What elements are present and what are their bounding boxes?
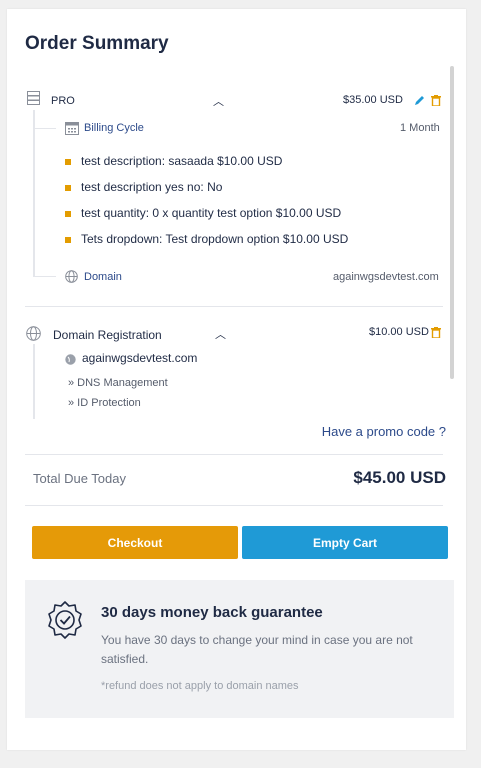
product-price-domain-registration: $10.00 USD — [369, 326, 429, 338]
trash-icon[interactable] — [431, 325, 441, 343]
globe-icon — [65, 270, 78, 288]
addon-id-protection: » ID Protection — [68, 397, 141, 409]
server-icon — [27, 91, 40, 110]
option-bullet — [65, 237, 71, 243]
product-price-pro: $35.00 USD — [343, 94, 403, 106]
addon-dns-management: » DNS Management — [68, 377, 168, 389]
domain-label: Domain — [84, 271, 122, 283]
tree-branch — [34, 128, 56, 129]
tree-branch — [34, 276, 56, 277]
trash-icon[interactable] — [431, 93, 441, 111]
billing-cycle-label: Billing Cycle — [84, 122, 144, 134]
order-summary-title: Order Summary — [25, 33, 169, 54]
item-separator — [25, 306, 443, 307]
globe-icon — [26, 326, 41, 346]
product-name-pro: PRO — [51, 95, 75, 107]
total-due-value: $45.00 USD — [353, 468, 446, 487]
domain-value: againwgsdevtest.com — [333, 271, 439, 283]
total-due-label: Total Due Today — [33, 471, 126, 486]
guarantee-note: *refund does not apply to domain names — [101, 680, 299, 692]
empty-cart-button[interactable]: Empty Cart — [242, 526, 448, 559]
divider — [25, 505, 443, 506]
option-item: Tets dropdown: Test dropdown option $10.… — [81, 232, 349, 246]
calendar-icon — [65, 121, 79, 140]
checkout-button[interactable]: Checkout — [32, 526, 238, 559]
guarantee-text: You have 30 days to change your mind in … — [101, 633, 413, 666]
scrollbar[interactable] — [450, 66, 454, 379]
chevron-up-icon[interactable]: ︿ — [215, 326, 226, 342]
option-bullet — [65, 185, 71, 191]
option-item: test description yes no: No — [81, 180, 223, 194]
registered-domain-name: againwgsdevtest.com — [82, 351, 198, 365]
badge-check-icon — [45, 600, 85, 645]
option-item: test quantity: 0 x quantity test option … — [81, 206, 342, 220]
cart-items-list[interactable]: PRO ︿ $35.00 USD Billing Cycle 1 Month t… — [25, 66, 453, 419]
option-item: test description: sasaada $10.00 USD — [81, 154, 283, 168]
divider — [25, 454, 443, 455]
chevron-up-icon[interactable]: ︿ — [213, 93, 224, 109]
product-name-domain-registration: Domain Registration — [53, 328, 162, 342]
option-bullet — [65, 211, 71, 217]
tree-line — [33, 110, 35, 277]
promo-code-link[interactable]: Have a promo code ? — [322, 424, 446, 439]
money-back-guarantee-box: 30 days money back guarantee You have 30… — [25, 580, 454, 718]
tree-line — [33, 344, 35, 419]
domain-globe-icon — [65, 352, 76, 370]
option-bullet — [65, 159, 71, 165]
edit-pencil-icon[interactable] — [414, 93, 425, 111]
order-summary-card: Order Summary PRO ︿ $35.00 USD Billing C… — [7, 9, 466, 750]
billing-cycle-value: 1 Month — [400, 122, 440, 134]
guarantee-title: 30 days money back guarantee — [101, 604, 323, 621]
